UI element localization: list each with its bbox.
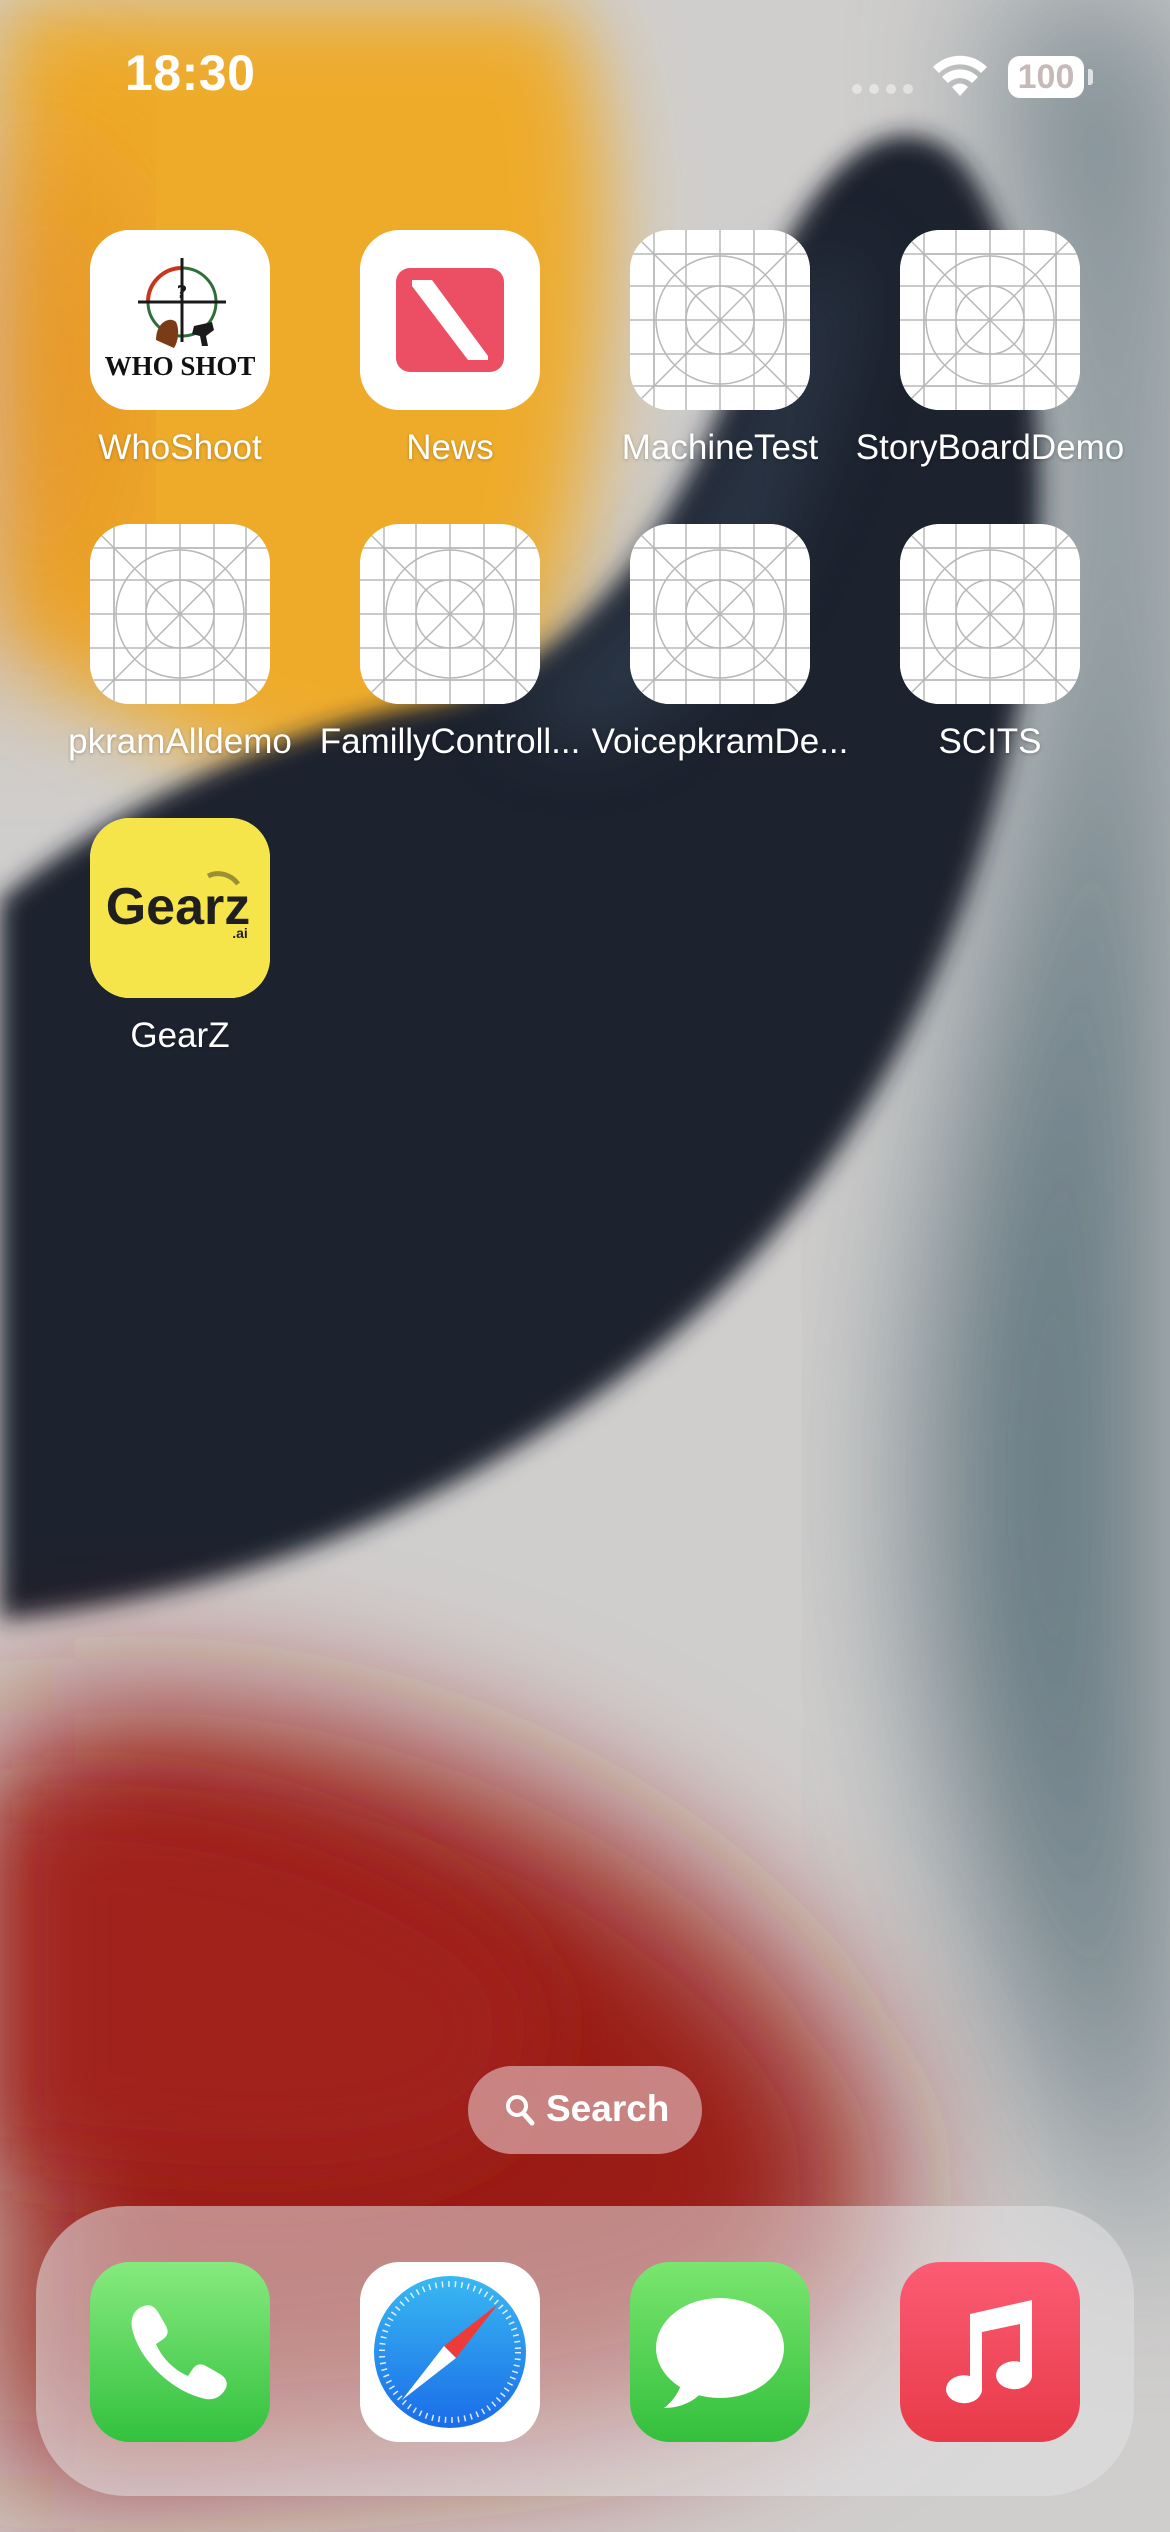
placeholder-grid-icon: [900, 230, 1080, 410]
status-time: 18:30: [125, 45, 256, 101]
gearz-icon-text: Gearz: [106, 878, 251, 936]
whoshoot-app-icon: ? WHO SHOT: [90, 230, 270, 410]
placeholder-grid-icon: [630, 524, 810, 704]
news-app-icon: [360, 230, 540, 410]
messages-bubble-icon: [630, 2262, 810, 2442]
svg-text:?: ?: [177, 282, 187, 303]
app-gearz[interactable]: Gearz .ai GearZ: [45, 818, 315, 1078]
safari-compass-icon: [360, 2262, 540, 2442]
dock-messages-app[interactable]: [630, 2262, 810, 2442]
app-label: SCITS: [938, 722, 1042, 761]
app-voicepkramdemo[interactable]: VoicepkramDe...: [585, 524, 855, 784]
placeholder-grid-icon: [630, 230, 810, 410]
app-scits[interactable]: SCITS: [855, 524, 1125, 784]
dock-music-app[interactable]: [900, 2262, 1080, 2442]
app-news[interactable]: News: [315, 230, 585, 490]
app-storyboarddemo[interactable]: StoryBoardDemo: [855, 230, 1125, 490]
app-label: FamillyControll...: [319, 722, 581, 761]
app-label: News: [406, 428, 494, 467]
battery-icon: 100: [1008, 56, 1084, 98]
placeholder-grid-icon: [900, 524, 1080, 704]
battery-tip: [1088, 69, 1093, 85]
wifi-icon: [932, 52, 988, 98]
gearz-app-icon: Gearz .ai: [90, 818, 270, 998]
music-note-icon: [900, 2262, 1080, 2442]
app-label: GearZ: [130, 1016, 230, 1055]
app-label: WhoShoot: [98, 428, 262, 467]
whoshoot-icon-text: WHO SHOT: [105, 351, 256, 381]
app-machinetest[interactable]: MachineTest: [585, 230, 855, 490]
search-icon: [506, 2095, 535, 2126]
app-label: pkramAlldemo: [68, 722, 292, 761]
signal-dots-icon: [852, 84, 914, 94]
app-label: MachineTest: [621, 428, 819, 467]
app-whoshoot[interactable]: ? WHO SHOT WhoShoot: [45, 230, 315, 490]
svg-text:.ai: .ai: [232, 925, 248, 941]
search-label: Search: [546, 2088, 670, 2129]
placeholder-grid-icon: [90, 524, 270, 704]
dock-phone-app[interactable]: [90, 2262, 270, 2442]
phone-icon: [90, 2262, 270, 2442]
placeholder-grid-icon: [360, 524, 540, 704]
app-pkramalldemo[interactable]: pkramAlldemo: [45, 524, 315, 784]
app-famillycontroll[interactable]: FamillyControll...: [315, 524, 585, 784]
app-label: StoryBoardDemo: [855, 428, 1125, 467]
home-screen: 18:30 100 ? WHO SHOT WhoShoot News Machi…: [0, 0, 1170, 2532]
search-button[interactable]: Search: [468, 2066, 702, 2154]
dock-safari-app[interactable]: [360, 2262, 540, 2442]
app-label: VoicepkramDe...: [591, 722, 849, 761]
battery-level: 100: [1017, 58, 1075, 96]
